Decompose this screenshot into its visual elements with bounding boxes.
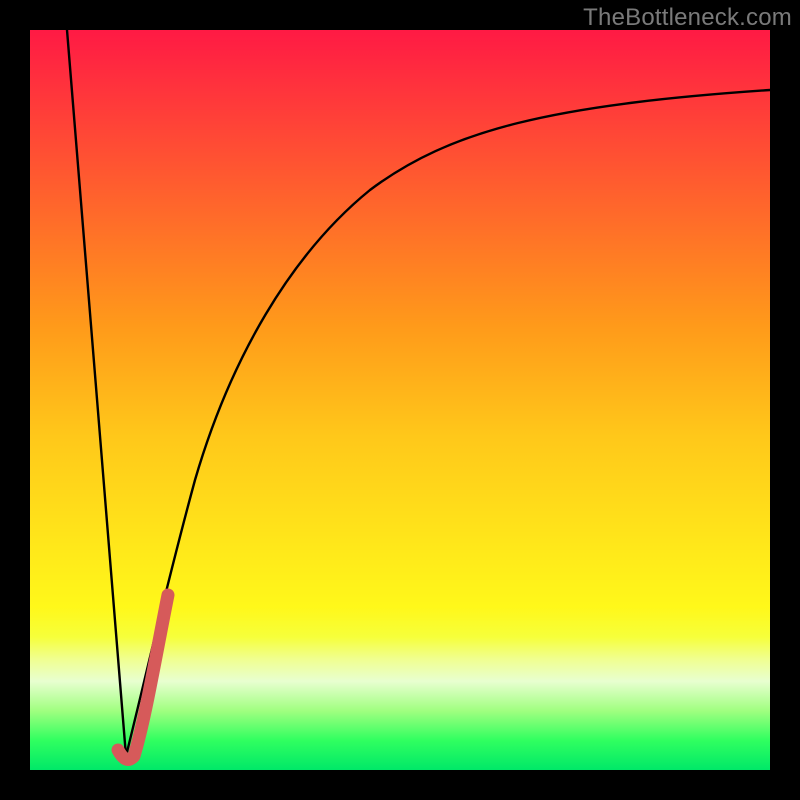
watermark-text: TheBottleneck.com bbox=[583, 4, 792, 32]
curve-right-asymptote bbox=[126, 90, 770, 756]
chart-curves bbox=[30, 30, 770, 770]
curve-pink-accent bbox=[118, 595, 168, 759]
chart-frame: TheBottleneck.com bbox=[0, 0, 800, 800]
curve-left-descent bbox=[67, 30, 126, 756]
